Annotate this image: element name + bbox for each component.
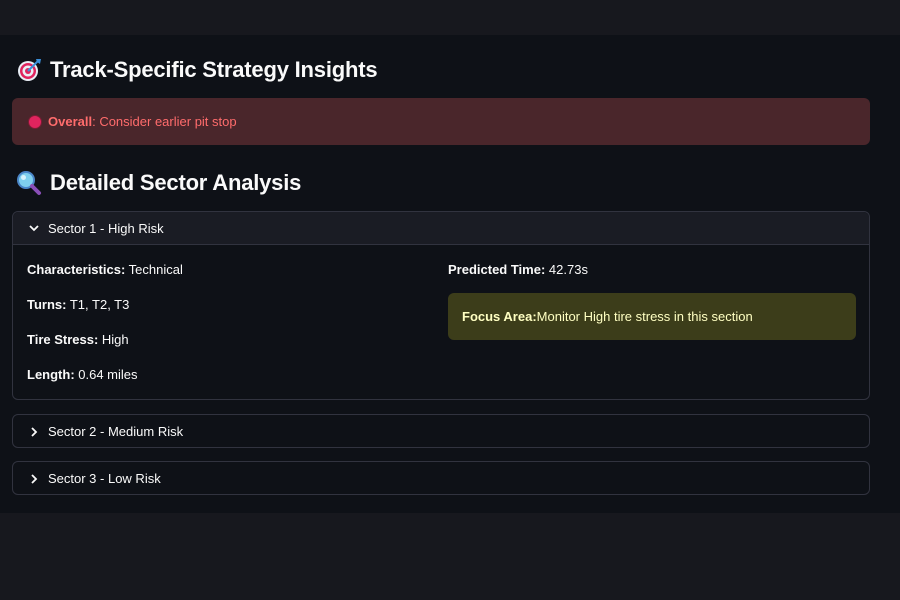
tire-stress-value: High — [98, 332, 129, 347]
app-header-bar — [0, 0, 900, 35]
alert-text: : Consider earlier pit stop — [92, 114, 237, 129]
overall-alert: Overall: Consider earlier pit stop — [12, 98, 870, 145]
characteristics-field: Characteristics: Technical — [27, 262, 183, 277]
sector-1-title: Sector 1 - High Risk — [48, 220, 164, 236]
turns-value: T1, T2, T3 — [66, 297, 130, 312]
focus-area-text: Monitor High tire stress in this section — [536, 309, 753, 324]
magnifying-glass-icon — [16, 170, 42, 196]
sector-3-expander: Sector 3 - Low Risk — [12, 461, 870, 495]
insights-title: Track-Specific Strategy Insights — [50, 57, 378, 82]
red-circle-icon — [28, 114, 42, 129]
turns-field: Turns: T1, T2, T3 — [27, 297, 129, 312]
characteristics-value: Technical — [125, 262, 183, 277]
analysis-title: Detailed Sector Analysis — [50, 170, 302, 195]
main-content: Track-Specific Strategy Insights Overall… — [0, 35, 900, 513]
sector-3-title: Sector 3 - Low Risk — [48, 471, 161, 486]
sector-2-title: Sector 2 - Medium Risk — [48, 424, 184, 439]
length-field: Length: 0.64 miles — [27, 367, 138, 382]
sector-2-header[interactable]: Sector 2 - Medium Risk — [13, 415, 869, 448]
length-label: Length: — [27, 367, 75, 382]
predicted-time-field: Predicted Time: 42.73s — [448, 262, 588, 277]
sector-1-header[interactable]: Sector 1 - High Risk — [13, 212, 869, 245]
length-value: 0.64 miles — [74, 367, 138, 382]
sector-3-header[interactable]: Sector 3 - Low Risk — [13, 462, 869, 495]
page-footer-area — [0, 513, 900, 600]
focus-area-label: Focus Area: — [462, 309, 537, 324]
characteristics-label: Characteristics: — [27, 262, 126, 277]
chevron-right-icon — [27, 472, 41, 486]
dart-target-icon — [16, 57, 42, 83]
predicted-time-label: Predicted Time: — [448, 262, 546, 277]
predicted-time-value: 42.73s — [545, 262, 588, 277]
sector-1-body: Characteristics: Technical Turns: T1, T2… — [13, 245, 869, 399]
turns-label: Turns: — [27, 297, 67, 312]
tire-stress-label: Tire Stress: — [27, 332, 99, 347]
analysis-heading: Detailed Sector Analysis — [16, 170, 301, 196]
chevron-down-icon — [27, 221, 41, 235]
tire-stress-field: Tire Stress: High — [27, 332, 129, 347]
sector-1-expander: Sector 1 - High Risk Characteristics: Te… — [12, 211, 870, 400]
focus-area-warning: Focus Area: Monitor High tire stress in … — [448, 293, 856, 340]
sector-2-expander: Sector 2 - Medium Risk — [12, 414, 870, 448]
alert-label: Overall — [48, 114, 93, 129]
insights-heading: Track-Specific Strategy Insights — [16, 57, 378, 83]
chevron-right-icon — [27, 425, 41, 439]
